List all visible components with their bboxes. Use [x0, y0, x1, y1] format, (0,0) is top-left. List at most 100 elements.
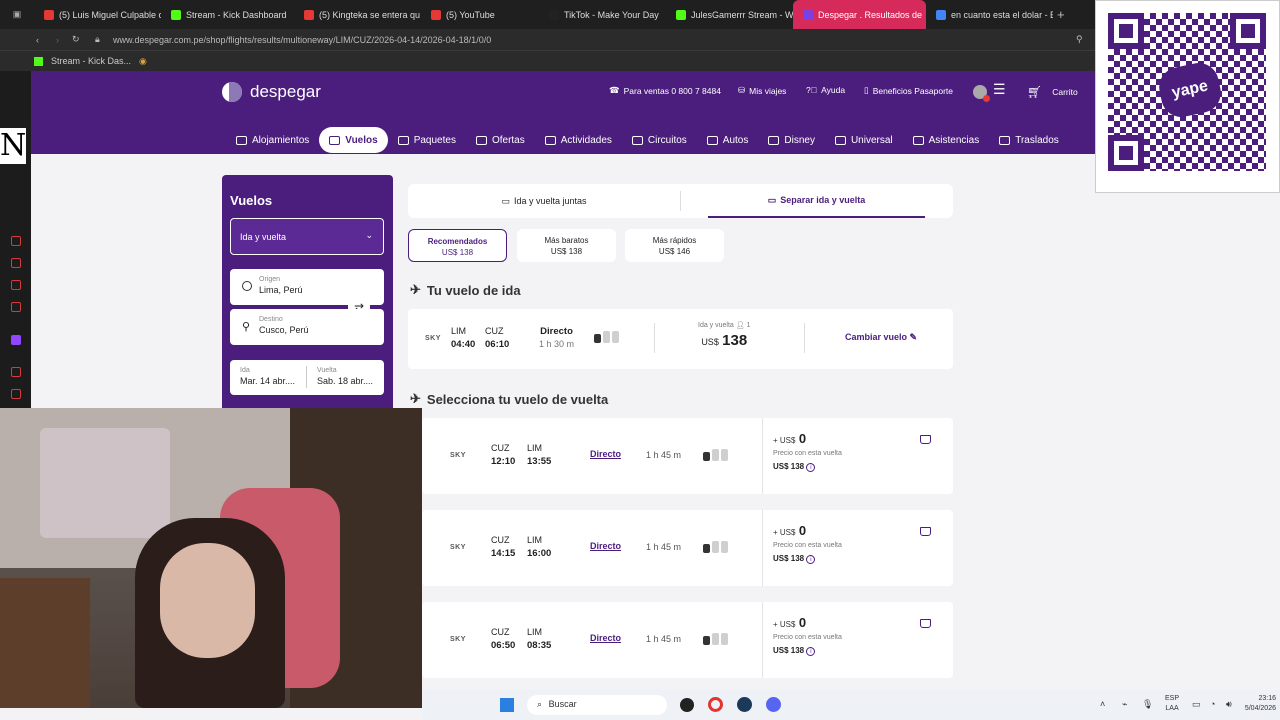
sort-option[interactable]: Recomendados US$ 138 [408, 229, 507, 262]
back-icon[interactable]: ‹ [36, 35, 39, 45]
sidebar-app-icon[interactable] [11, 389, 21, 399]
twitch-icon[interactable] [11, 335, 21, 345]
date-divider [306, 366, 307, 388]
mic-icon[interactable]: 🎙︎ [1142, 699, 1153, 710]
forward-icon[interactable]: › [56, 35, 59, 45]
price-note: Precio con esta vuelta [773, 542, 842, 549]
sort-option[interactable]: Más rápidos US$ 146 [625, 229, 724, 262]
taskbar-app-icon[interactable] [680, 698, 694, 712]
nav-vuelos[interactable]: Vuelos [319, 127, 388, 153]
airline-logo: SKY [450, 452, 466, 459]
sort-label: Más rápidos [652, 236, 697, 245]
steam-icon[interactable] [737, 697, 752, 712]
depart-date[interactable]: Ida Mar. 14 abr.... [240, 367, 295, 386]
nav-universal[interactable]: Universal [825, 127, 903, 153]
browser-tab[interactable]: Despegar . Resultados de [793, 0, 926, 29]
info-icon[interactable]: i [806, 555, 816, 564]
my-trips-link[interactable]: ⛁ Mis viajes [738, 85, 786, 96]
cart-link[interactable]: 🛒︎ Carrito [1027, 85, 1078, 99]
browser-menu-icon[interactable]: ▣ [0, 9, 34, 20]
add-to-cart-icon[interactable] [920, 527, 931, 536]
nav-label: Disney [784, 134, 815, 146]
stops-link[interactable]: Directo [590, 633, 621, 643]
return-flight-card[interactable]: SKY CUZ 14:15 LIM 16:00 Directo 1 h 45 m + US$ … [422, 510, 953, 586]
info-icon[interactable]: i [806, 463, 816, 472]
browser-tab[interactable]: TikTok - Make Your Day [539, 0, 666, 29]
info-icon[interactable]: i [806, 647, 816, 656]
stops-link[interactable]: Directo [590, 541, 621, 551]
nav-paquetes[interactable]: Paquetes [388, 127, 466, 153]
toggle-together[interactable]: ▭ Ida y vuelta juntas [408, 184, 680, 218]
currency: US$ [701, 337, 719, 347]
browser-tab[interactable]: Stream - Kick Dashboard [161, 0, 294, 29]
windows-start-icon[interactable] [500, 698, 514, 712]
bookmark-extra-icon[interactable]: ◉ [139, 56, 147, 67]
sort-option[interactable]: Más baratos US$ 138 [517, 229, 616, 262]
url-field[interactable]: www.despegar.com.pe/shop/flights/results… [113, 35, 491, 45]
clock-date: 5/04/2026 [1244, 705, 1276, 712]
return-flight-card[interactable]: SKY CUZ 06:50 LIM 08:35 Directo 1 h 45 m + US$ … [422, 602, 953, 678]
add-to-cart-icon[interactable] [920, 435, 931, 444]
departure-time: CUZ 06:50 [491, 626, 515, 652]
reload-icon[interactable]: ↻ [72, 34, 80, 45]
browser-tab[interactable]: (5) Kingteka se entera qu [294, 0, 421, 29]
sidebar-app-icon[interactable] [11, 302, 21, 312]
nav-alojamientos[interactable]: Alojamientos [226, 127, 319, 153]
departure-hour: 14:15 [491, 548, 516, 559]
nav-traslados[interactable]: Traslados [989, 127, 1069, 153]
menu-button[interactable]: ☰ [993, 81, 1006, 98]
site-header: despegar ☎ Para ventas 0 800 7 8484 ⛁ Mis … [31, 71, 1100, 154]
user-avatar[interactable] [973, 85, 990, 102]
flight-duration: 1 h 30 m [539, 339, 575, 349]
opera-icon[interactable] [708, 697, 723, 712]
main-nav: Alojamientos Vuelos Paquetes Ofertas Activid… [226, 127, 1069, 153]
network-icon[interactable]: ⌁ [1122, 699, 1127, 710]
toggle-separate[interactable]: ▭ Separar ida y vuelta [708, 184, 925, 218]
browser-tab[interactable]: (5) YouTube [421, 0, 539, 29]
brand-logo[interactable]: despegar [222, 82, 321, 102]
flight-duration: 1 h 45 m [646, 450, 682, 460]
clock[interactable]: 23:16 5/04/2026 [1228, 694, 1276, 714]
os-taskbar: ⌕ Buscar ˄ ⌁ 🎙︎ ESP LAA ▭ ◔ 🔊︎ 23:16 5/04/… [422, 690, 1280, 720]
return-flight-card[interactable]: SKY CUZ 12:10 LIM 13:55 Directo 1 h 45 m + US$ … [422, 418, 953, 494]
nav-autos[interactable]: Autos [697, 127, 759, 153]
nav-ofertas[interactable]: Ofertas [466, 127, 535, 153]
change-flight-link[interactable]: Cambiar vuelo ✎ [845, 332, 917, 343]
sidebar-app-icon[interactable] [11, 236, 21, 246]
sales-phone[interactable]: ☎ Para ventas 0 800 7 8484 [609, 85, 721, 96]
wifi-icon[interactable]: ◔ [1210, 699, 1215, 709]
destination-field[interactable]: ⚲ Destino Cusco, Perú [230, 309, 384, 345]
add-to-cart-icon[interactable] [920, 619, 931, 628]
browser-tab[interactable]: en cuanto esta el dolar - B [926, 0, 1053, 29]
sidebar-app-icon[interactable] [11, 258, 21, 268]
return-title: ✈︎ Selecciona tu vuelo de vuelta [410, 391, 608, 407]
browser-tab[interactable]: (5) Luis Miguel Culpable o [34, 0, 161, 29]
dates-field[interactable]: Ida Mar. 14 abr.... Vuelta Sab. 18 abr..… [230, 360, 384, 395]
ticket-icon: ▭ [501, 195, 510, 206]
flight-duration: 1 h 45 m [646, 634, 682, 644]
language-indicator[interactable]: ESP LAA [1165, 694, 1179, 714]
display-icon[interactable]: ▭ [1192, 699, 1201, 710]
return-date[interactable]: Vuelta Sab. 18 abr.... [317, 367, 373, 386]
language-code: ESP [1165, 695, 1180, 702]
help-link[interactable]: ?⃝ Ayuda [806, 85, 845, 95]
baggage-icons [703, 449, 728, 461]
benefits-link[interactable]: ▯ Beneficios Pasaporte [864, 85, 953, 96]
tray-chevron-icon[interactable]: ˄ [1100, 699, 1105, 709]
arrival-time: LIM 16:00 [527, 534, 551, 560]
nav-asistencias[interactable]: Asistencias [903, 127, 990, 153]
nav-disney[interactable]: Disney [758, 127, 825, 153]
pin-icon[interactable]: ⚲ [1076, 34, 1083, 45]
discord-icon[interactable] [766, 697, 781, 712]
bookmark-kick[interactable]: Stream - Kick Das... [51, 56, 131, 66]
browser-tab[interactable]: JulesGamerrr Stream - W [666, 0, 793, 29]
sidebar-app-icon[interactable] [11, 280, 21, 290]
nav-circuitos[interactable]: Circuitos [622, 127, 697, 153]
stops-link[interactable]: Directo [590, 449, 621, 459]
taskbar-search[interactable]: ⌕ Buscar [527, 695, 667, 715]
nav-actividades[interactable]: Actividades [535, 127, 622, 153]
trip-type-select[interactable]: Ida y vuelta ⌄ [230, 218, 384, 255]
sidebar-app-icon[interactable] [11, 367, 21, 377]
new-tab-button[interactable]: + [1057, 7, 1065, 22]
nav-label: Paquetes [413, 134, 456, 146]
